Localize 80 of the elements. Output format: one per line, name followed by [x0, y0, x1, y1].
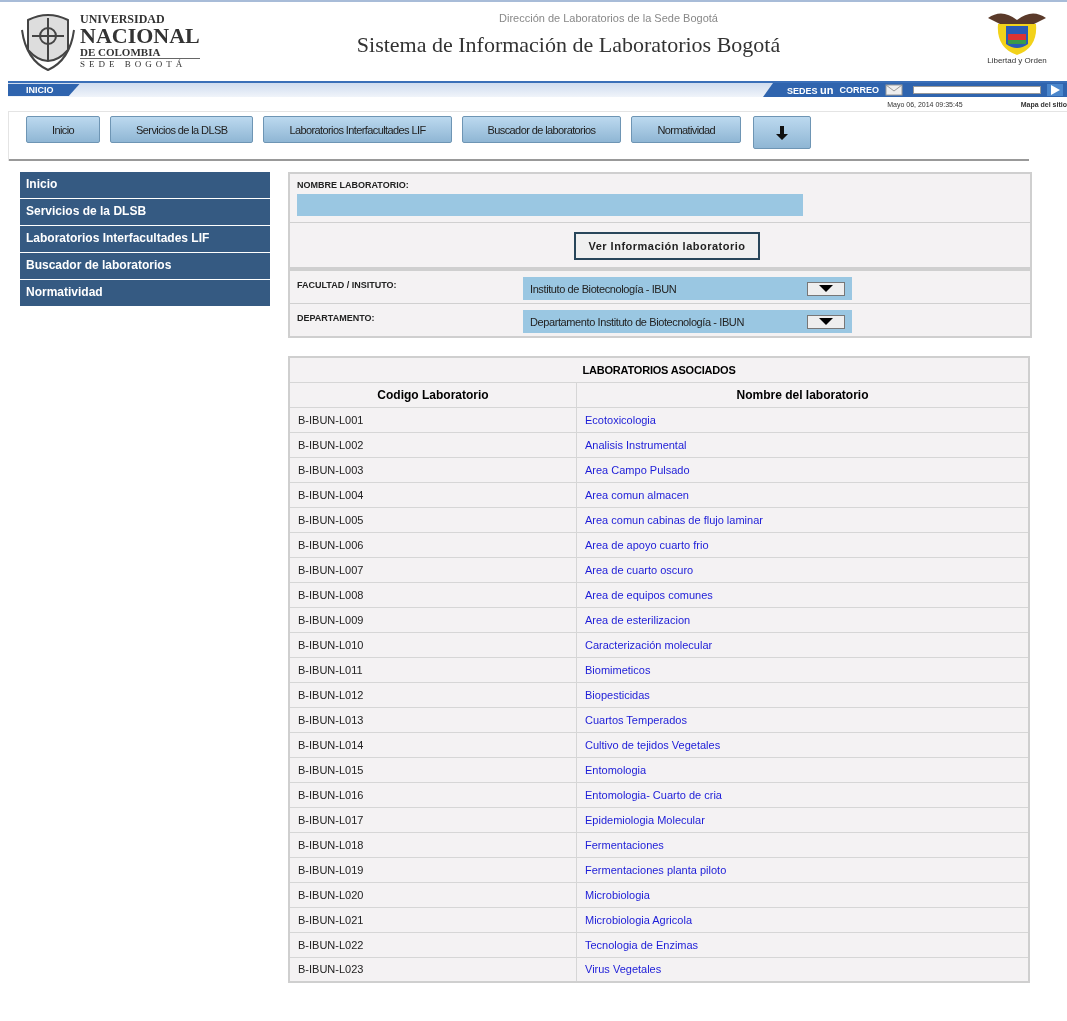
table-cell: B-IBUN-L012 — [289, 682, 577, 707]
lab-link[interactable]: Area de cuarto oscuro — [585, 563, 694, 576]
lab-name-field[interactable] — [297, 194, 803, 216]
field-label: DEPARTAMENTO: — [297, 312, 376, 323]
lab-link[interactable]: Tecnologia de Enzimas — [585, 938, 699, 951]
university-name: SEDE BOGOTÁ — [80, 60, 188, 69]
motto: Libertad y Orden — [987, 56, 1047, 65]
play-icon — [1050, 85, 1060, 95]
table-cell: B-IBUN-L013 — [289, 707, 577, 732]
nav-button[interactable]: Normatividad — [631, 116, 742, 143]
table-cell: B-IBUN-L015 — [289, 757, 577, 782]
table-cell: B-IBUN-L018 — [289, 832, 577, 857]
table-cell: B-IBUN-L002 — [289, 432, 577, 457]
subtitle: Dirección de Laboratorios de la Sede Bogotá — [498, 12, 719, 24]
lab-link[interactable]: Ecotoxicologia — [585, 413, 656, 426]
lab-link[interactable]: Epidemiologia Molecular — [585, 813, 705, 826]
university-name: UNIVERSIDAD — [80, 13, 166, 25]
select-field[interactable]: Departamento Instituto de Biotecnología - IBUN — [523, 310, 852, 333]
university-name: NACIONAL — [80, 25, 200, 47]
table-cell: B-IBUN-L008 — [289, 582, 577, 607]
lab-link[interactable]: Entomologia — [585, 763, 647, 776]
table-cell: B-IBUN-L009 — [289, 607, 577, 632]
lab-link[interactable]: Area de esterilizacion — [585, 613, 691, 626]
lab-link[interactable]: Microbiologia — [585, 888, 650, 901]
table-cell: B-IBUN-L021 — [289, 907, 577, 932]
nav-button[interactable]: Buscador de laboratorios — [461, 116, 622, 143]
lab-link[interactable]: Biopesticidas — [585, 688, 650, 701]
lab-link[interactable]: Area de equipos comunes — [585, 588, 713, 601]
lab-link[interactable]: Area comun almacen — [585, 488, 689, 501]
down-arrow-icon — [776, 125, 789, 140]
lab-link[interactable]: Entomologia- Cuarto de cria — [585, 788, 722, 801]
view-info-button[interactable]: Ver Información laboratorio — [574, 232, 760, 260]
envelope-icon — [885, 84, 903, 96]
go-button[interactable] — [1047, 84, 1063, 96]
home-tab[interactable]: INICIO — [8, 84, 80, 96]
table-cell: B-IBUN-L016 — [289, 782, 577, 807]
field-label: FACULTAD / INSITUTO: — [297, 279, 398, 290]
lab-link[interactable]: Fermentaciones planta piloto — [585, 863, 727, 876]
download-button[interactable] — [753, 116, 812, 149]
table-cell: B-IBUN-L010 — [289, 632, 577, 657]
mail-link[interactable]: CORREO — [839, 85, 879, 95]
lab-link[interactable]: Microbiologia Agricola — [585, 913, 692, 926]
table-cell: B-IBUN-L005 — [289, 507, 577, 532]
table-cell: B-IBUN-L007 — [289, 557, 577, 582]
nav-button[interactable]: Laboratorios Interfacultades LIF — [263, 116, 452, 143]
sidebar-item[interactable]: Inicio — [20, 172, 270, 198]
table-cell: B-IBUN-L019 — [289, 857, 577, 882]
field-label: NOMBRE LABORATORIO: — [297, 180, 410, 190]
lab-link[interactable]: Cultivo de tejidos Vegetales — [585, 738, 721, 751]
lab-link[interactable]: Fermentaciones — [585, 838, 664, 851]
table-cell: B-IBUN-L014 — [289, 732, 577, 757]
sidebar-item[interactable]: Servicios de la DLSB — [20, 199, 270, 225]
nav-button[interactable]: Inicio — [26, 116, 101, 143]
sidebar-item[interactable]: Laboratorios Interfacultades LIF — [20, 226, 270, 252]
table-cell: B-IBUN-L004 — [289, 482, 577, 507]
lab-link[interactable]: Biomimeticos — [585, 663, 651, 676]
nav-button[interactable]: Servicios de la DLSB — [110, 116, 254, 143]
search-field[interactable] — [913, 86, 1041, 94]
lab-link[interactable]: Area Campo Pulsado — [585, 463, 690, 476]
lab-link[interactable]: Area de apoyo cuarto frio — [585, 538, 709, 551]
column-header: Codigo Laboratorio — [289, 382, 577, 407]
table-cell: B-IBUN-L003 — [289, 457, 577, 482]
sidebar-item[interactable]: Normatividad — [20, 280, 270, 306]
lab-link[interactable]: Virus Vegetales — [585, 963, 662, 976]
university-name: DE COLOMBIA — [80, 47, 200, 59]
lab-link[interactable]: Caracterización molecular — [585, 638, 713, 651]
sedes-link[interactable]: SEDES un — [787, 84, 834, 96]
select-field[interactable]: Instituto de Biotecnología - IBUN — [523, 277, 852, 300]
table-cell: B-IBUN-L017 — [289, 807, 577, 832]
table-cell: B-IBUN-L006 — [289, 532, 577, 557]
lab-link[interactable]: Cuartos Temperados — [585, 713, 687, 726]
lab-link[interactable]: Analisis Instrumental — [585, 438, 687, 451]
site-title: Sistema de Información de Laboratorios Bogotá — [355, 32, 782, 58]
dropdown-arrow-icon — [819, 285, 833, 292]
table-cell: B-IBUN-L001 — [289, 407, 577, 432]
table-cell: B-IBUN-L011 — [289, 657, 577, 682]
table-cell: B-IBUN-L022 — [289, 932, 577, 957]
table-cell: B-IBUN-L020 — [289, 882, 577, 907]
dropdown-arrow-icon — [819, 318, 833, 325]
sidebar-item[interactable]: Buscador de laboratorios — [20, 253, 270, 279]
